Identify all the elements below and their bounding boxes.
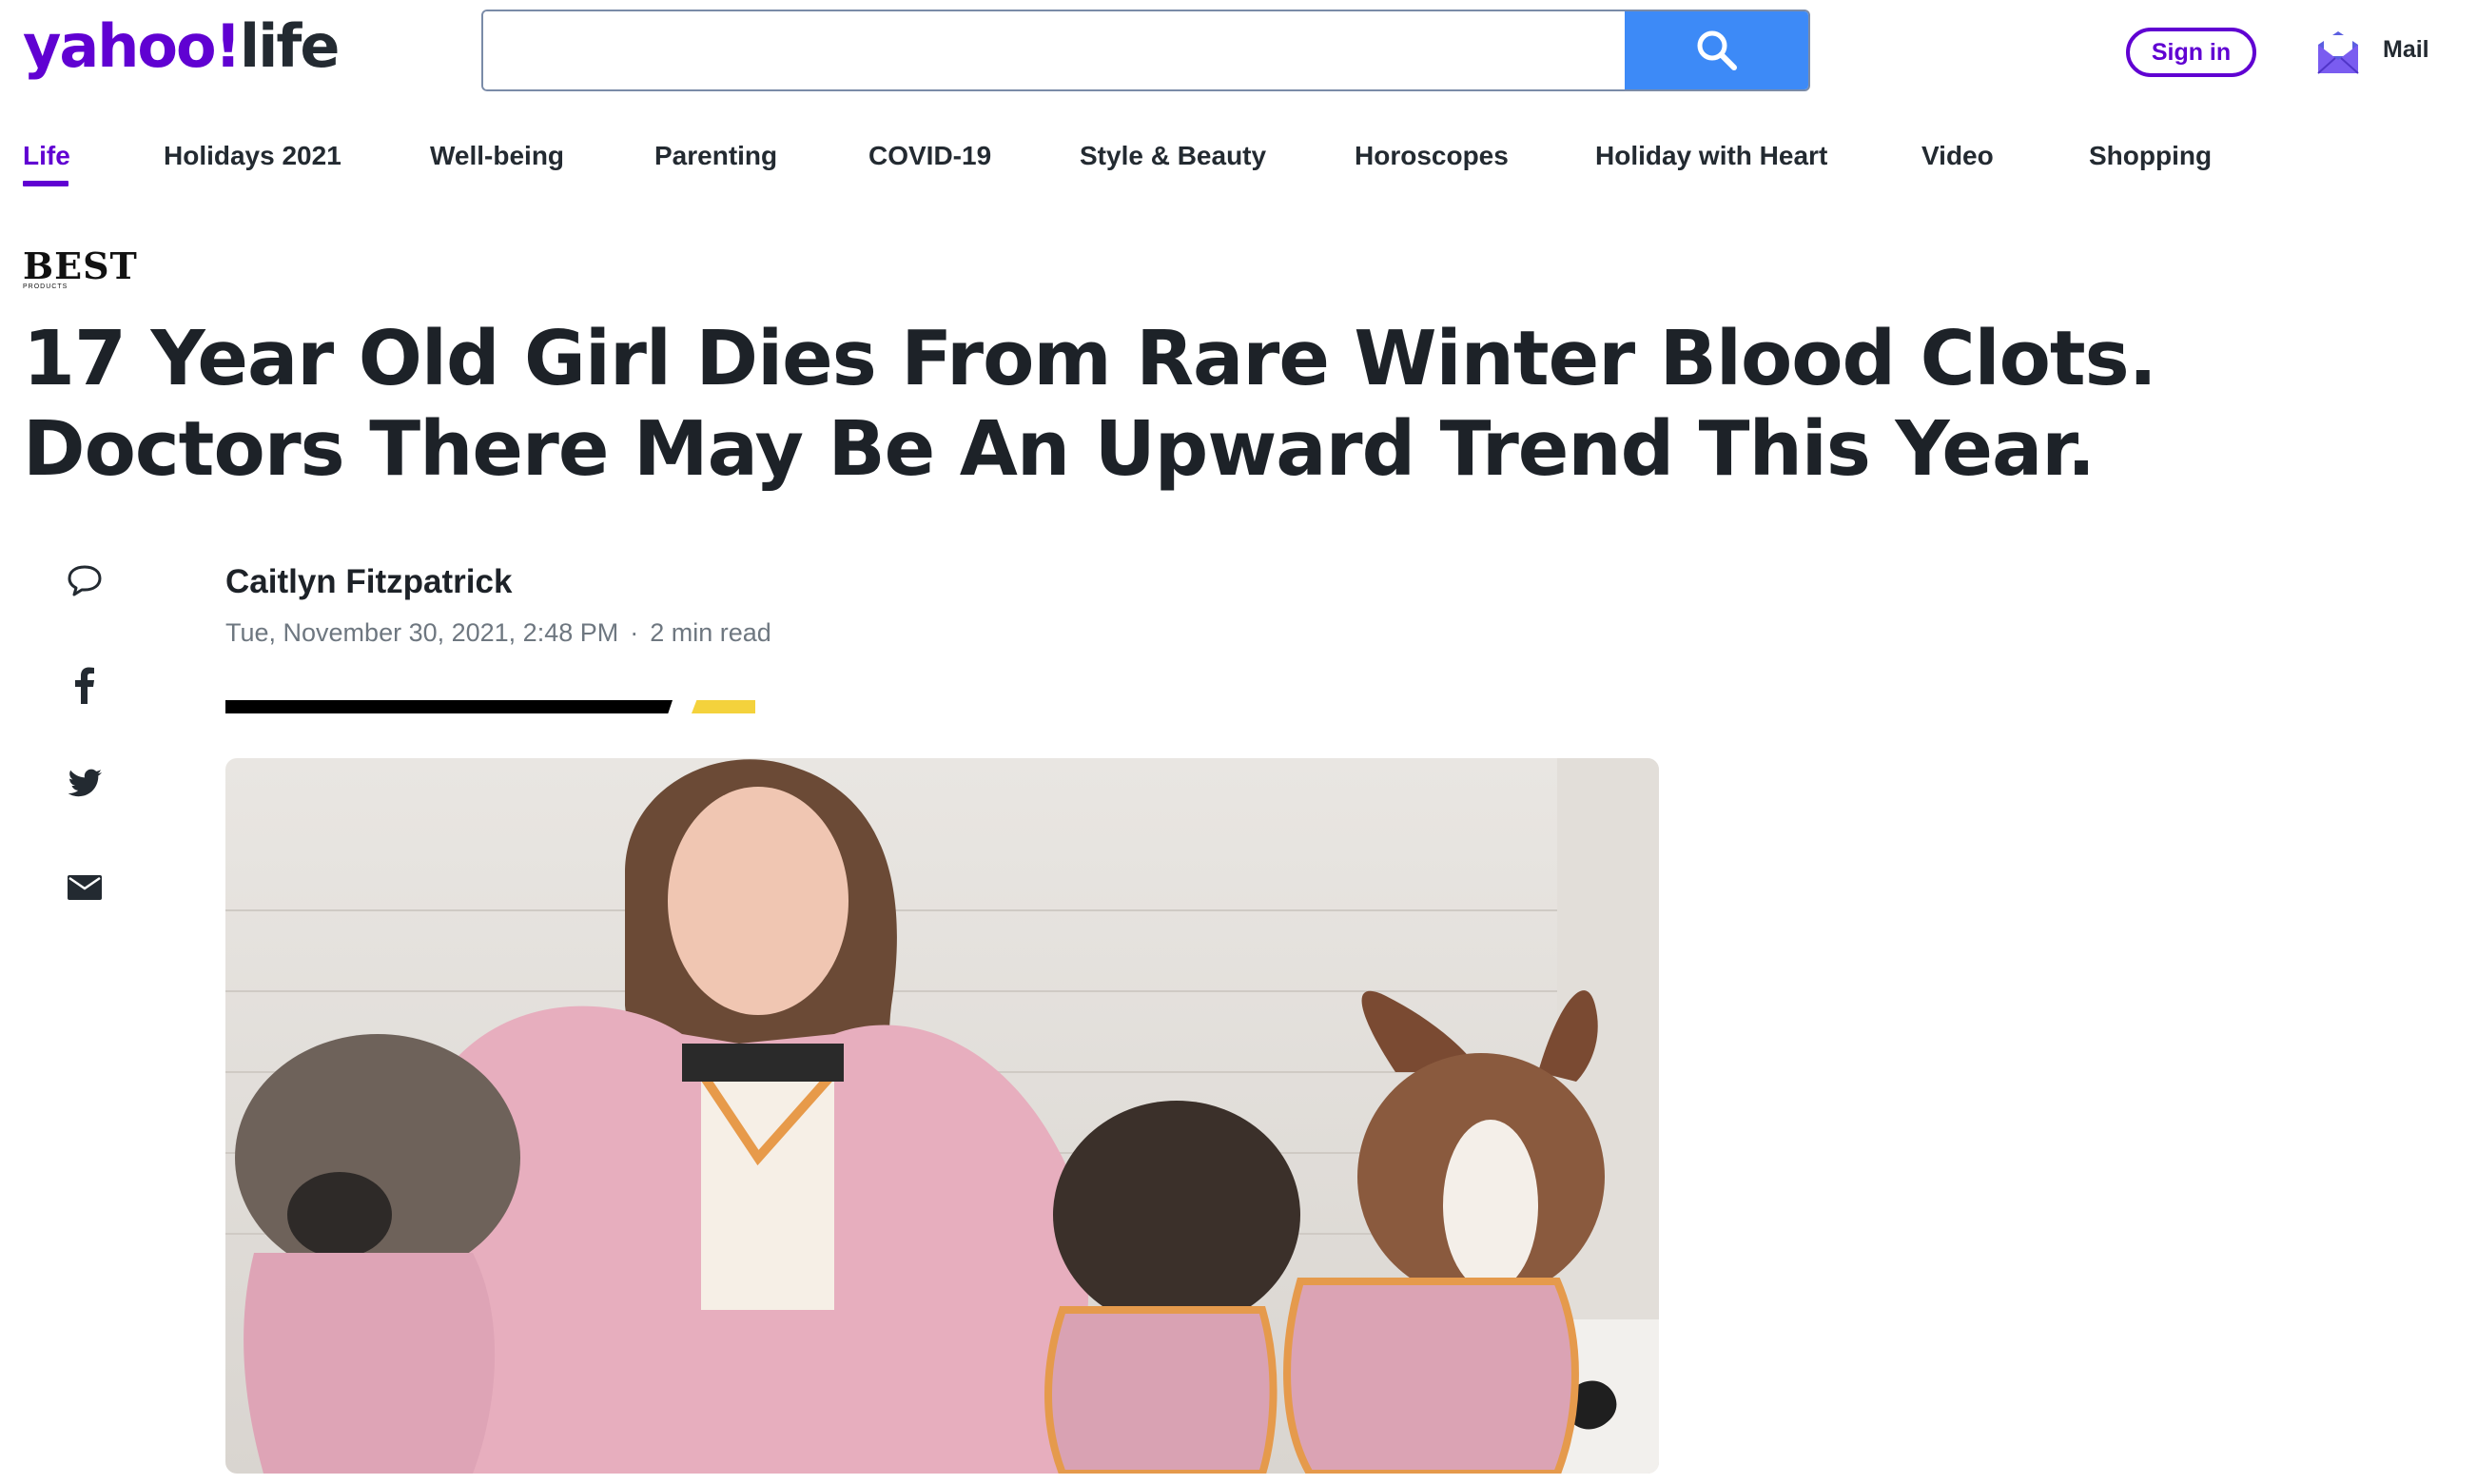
comment-icon: [68, 565, 102, 596]
search-bar: [481, 10, 1810, 91]
nav-item-well-being[interactable]: Well-being: [430, 135, 564, 177]
search-input[interactable]: [483, 11, 1625, 89]
twitter-share-button[interactable]: [61, 761, 108, 809]
hero-photo-illustration: [225, 758, 1659, 1474]
nav-item-holiday-with-heart[interactable]: Holiday with Heart: [1595, 135, 1827, 177]
search-button[interactable]: [1625, 11, 1808, 89]
facebook-icon: [75, 667, 94, 704]
nav-item-video[interactable]: Video: [1921, 135, 1994, 177]
nav-item-shopping[interactable]: Shopping: [2089, 135, 2212, 177]
twitter-icon: [68, 769, 102, 797]
email-icon: [68, 875, 102, 900]
yahoo-life-logo[interactable]: yahoo!life: [23, 11, 341, 81]
facebook-share-button[interactable]: [61, 661, 108, 709]
read-time: 2 min read: [650, 618, 771, 647]
hero-image: [225, 758, 1659, 1474]
nav-item-holidays-2021[interactable]: Holidays 2021: [164, 135, 341, 177]
logo-section: life: [239, 11, 341, 81]
brand-accent-bar-yellow: [692, 700, 755, 713]
brand-accent-bar: [225, 700, 673, 713]
article-headline: 17 Year Old Girl Dies From Rare Winter B…: [23, 315, 2157, 493]
nav-item-horoscopes[interactable]: Horoscopes: [1355, 135, 1509, 177]
sign-in-label: Sign in: [2151, 38, 2232, 66]
article-meta: Tue, November 30, 2021, 2:48 PM · 2 min re…: [225, 618, 771, 648]
nav-item-covid-19[interactable]: COVID-19: [868, 135, 991, 177]
author-name[interactable]: Caitlyn Fitzpatrick: [225, 563, 512, 601]
active-tab-indicator: [23, 181, 68, 186]
search-icon: [1697, 30, 1737, 70]
nav-item-label: Life: [23, 141, 70, 170]
mail-icon[interactable]: [2314, 26, 2362, 77]
nav-item-life[interactable]: Life: [23, 135, 70, 186]
sign-in-button[interactable]: Sign in: [2126, 28, 2256, 77]
meta-separator: ·: [630, 618, 639, 647]
email-share-button[interactable]: [61, 864, 108, 911]
nav-item-parenting[interactable]: Parenting: [654, 135, 777, 177]
brand-word: BEST: [23, 244, 138, 287]
mail-link[interactable]: Mail: [2383, 36, 2429, 64]
publish-date: Tue, November 30, 2021, 2:48 PM: [225, 618, 619, 647]
best-products-logo[interactable]: BEST PRODUCTS: [23, 244, 138, 293]
comments-button[interactable]: [61, 556, 108, 604]
logo-main: yahoo!: [23, 11, 242, 81]
nav-item-style-beauty[interactable]: Style & Beauty: [1080, 135, 1266, 177]
